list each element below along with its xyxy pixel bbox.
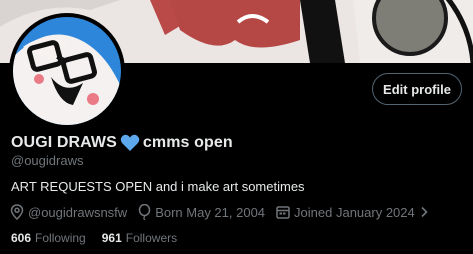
following-count: 606 bbox=[11, 231, 32, 245]
profile-birthday: Born May 21, 2004 bbox=[138, 204, 265, 220]
followers-link[interactable]: 961 Followers bbox=[102, 231, 177, 245]
profile-avatar[interactable] bbox=[9, 13, 125, 129]
profile-meta-row: @ougidrawsnsfw Born May 21, 2004 Joined … bbox=[10, 204, 440, 220]
profile-joined-text: Joined January 2024 bbox=[294, 204, 415, 220]
balloon-icon bbox=[138, 204, 151, 220]
profile-name-row: OUGI DRAWS cmms open bbox=[11, 134, 233, 152]
following-label: Following bbox=[35, 231, 86, 245]
calendar-icon bbox=[276, 206, 290, 219]
followers-label: Followers bbox=[125, 231, 178, 245]
following-link[interactable]: 606 Following bbox=[11, 231, 86, 245]
blue-heart-icon bbox=[120, 134, 140, 152]
profile-handle: @ougidraws bbox=[11, 153, 84, 168]
profile-birthday-text: Born May 21, 2004 bbox=[155, 204, 266, 220]
profile-location-text: @ougidrawsnsfw bbox=[28, 204, 128, 220]
profile-display-name: OUGI DRAWS bbox=[11, 134, 117, 151]
chevron-right-icon bbox=[421, 206, 428, 218]
edit-profile-button[interactable]: Edit profile bbox=[372, 73, 462, 105]
profile-name-suffix: cmms open bbox=[142, 134, 233, 151]
map-pin-icon bbox=[10, 204, 24, 220]
followers-count: 961 bbox=[101, 231, 122, 245]
profile-bio: ART REQUESTS OPEN and i make art sometim… bbox=[11, 179, 305, 194]
profile-joined[interactable]: Joined January 2024 bbox=[276, 205, 429, 220]
profile-location: @ougidrawsnsfw bbox=[10, 204, 127, 220]
profile-follow-stats: 606 Following 961 Followers bbox=[11, 231, 193, 245]
